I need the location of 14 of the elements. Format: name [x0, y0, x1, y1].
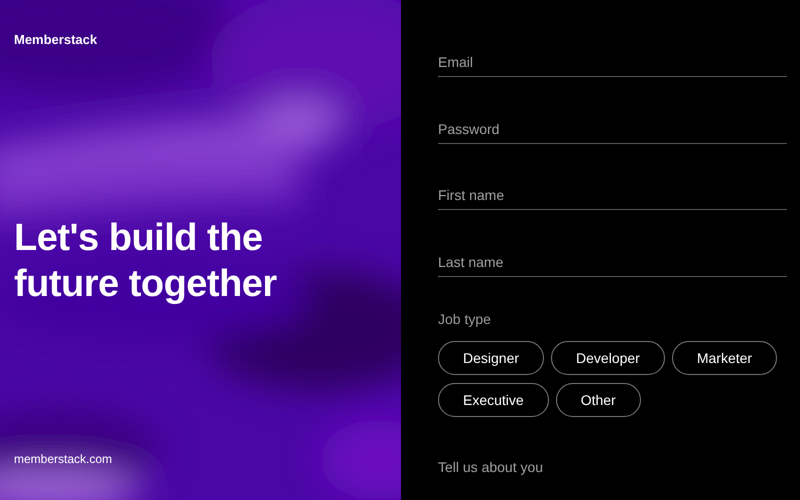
text-area[interactable]: Tell us about you [438, 459, 787, 485]
input-field[interactable]: Email [438, 48, 787, 77]
input-field[interactable]: Password [438, 114, 787, 144]
website-link[interactable]: memberstack.com [14, 452, 112, 466]
input-field[interactable]: Last name [438, 248, 787, 276]
option-chip[interactable]: Developer [551, 341, 665, 375]
headline: Let's build the future together [14, 216, 278, 307]
field-label: Job type [438, 311, 492, 327]
option-chip[interactable]: Other [556, 383, 641, 417]
option-chip[interactable]: Executive [438, 383, 549, 417]
brand-name: Memberstack [14, 32, 98, 47]
option-chip[interactable]: Designer [438, 341, 544, 375]
input-field[interactable]: First name [438, 181, 787, 210]
option-chip[interactable]: Marketer [672, 341, 778, 375]
